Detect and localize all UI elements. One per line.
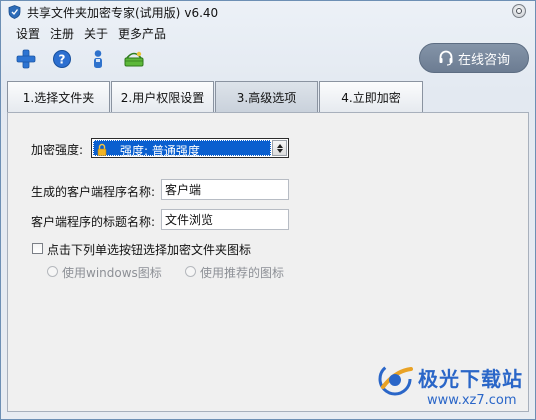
radio-recommended-icon[interactable] bbox=[185, 266, 196, 277]
basket-button[interactable] bbox=[123, 48, 145, 70]
user-button[interactable] bbox=[87, 48, 109, 70]
add-button[interactable] bbox=[15, 48, 37, 70]
tab-user-permissions[interactable]: 2.用户权限设置 bbox=[111, 81, 214, 112]
menu-bar: 设置 注册 关于 更多产品 bbox=[16, 25, 176, 42]
lock-icon bbox=[97, 143, 107, 156]
icon-select-checkbox-label: 点击下列单选按钮选择加密文件夹图标 bbox=[47, 243, 252, 257]
client-title-input[interactable] bbox=[161, 209, 289, 230]
radio-windows-icon-label: 使用windows图标 bbox=[62, 266, 162, 280]
client-title-label: 客户端程序的标题名称: bbox=[31, 215, 156, 229]
watermark-logo-icon bbox=[378, 362, 413, 396]
app-window: 共享文件夹加密专家(试用版) v6.40 设置 注册 关于 更多产品 ? 在线咨… bbox=[0, 0, 536, 420]
online-consult-button[interactable]: 在线咨询 bbox=[419, 43, 529, 73]
title-bar: 共享文件夹加密专家(试用版) v6.40 bbox=[1, 1, 535, 23]
toolbar: ? bbox=[15, 48, 159, 70]
spinner-arrows-icon[interactable] bbox=[272, 140, 287, 156]
menu-more-products[interactable]: 更多产品 bbox=[118, 25, 166, 42]
watermark-text: 极光下载站 bbox=[418, 367, 523, 391]
close-icon bbox=[516, 8, 522, 14]
svg-text:?: ? bbox=[59, 53, 66, 67]
tab-encrypt-now[interactable]: 4.立即加密 bbox=[319, 81, 423, 112]
watermark-url: www.xz7.com bbox=[427, 393, 517, 408]
menu-settings[interactable]: 设置 bbox=[16, 25, 40, 42]
client-name-label: 生成的客户端程序名称: bbox=[31, 185, 156, 199]
window-title: 共享文件夹加密专家(试用版) v6.40 bbox=[27, 4, 218, 21]
headset-icon bbox=[438, 50, 454, 66]
strength-value: 强度: 普通强度 bbox=[120, 144, 200, 158]
close-button[interactable] bbox=[512, 4, 526, 18]
tab-select-folder[interactable]: 1.选择文件夹 bbox=[7, 81, 110, 112]
strength-label: 加密强度: bbox=[31, 143, 84, 157]
radio-recommended-icon-label: 使用推荐的图标 bbox=[200, 266, 285, 280]
radio-windows-icon[interactable] bbox=[47, 266, 58, 277]
menu-about[interactable]: 关于 bbox=[84, 25, 108, 42]
help-icon: ? bbox=[53, 50, 71, 68]
online-consult-label: 在线咨询 bbox=[457, 52, 510, 68]
app-title: 共享文件夹加密专家(试用版) bbox=[27, 6, 181, 20]
step-tabs: 1.选择文件夹 2.用户权限设置 3.高级选项 4.立即加密 bbox=[7, 81, 424, 113]
user-icon bbox=[94, 50, 102, 68]
strength-selected: 强度: 普通强度 bbox=[93, 140, 271, 158]
tab-advanced-options[interactable]: 3.高级选项 bbox=[215, 81, 318, 113]
help-button[interactable]: ? bbox=[51, 48, 73, 70]
add-icon bbox=[16, 49, 36, 69]
menu-register[interactable]: 注册 bbox=[50, 25, 74, 42]
basket-icon bbox=[124, 51, 144, 67]
app-version: v6.40 bbox=[184, 6, 219, 20]
shield-icon bbox=[8, 5, 21, 19]
icon-select-checkbox[interactable] bbox=[32, 243, 43, 254]
client-name-input[interactable] bbox=[161, 179, 289, 200]
strength-select[interactable]: 强度: 普通强度 bbox=[91, 138, 289, 158]
